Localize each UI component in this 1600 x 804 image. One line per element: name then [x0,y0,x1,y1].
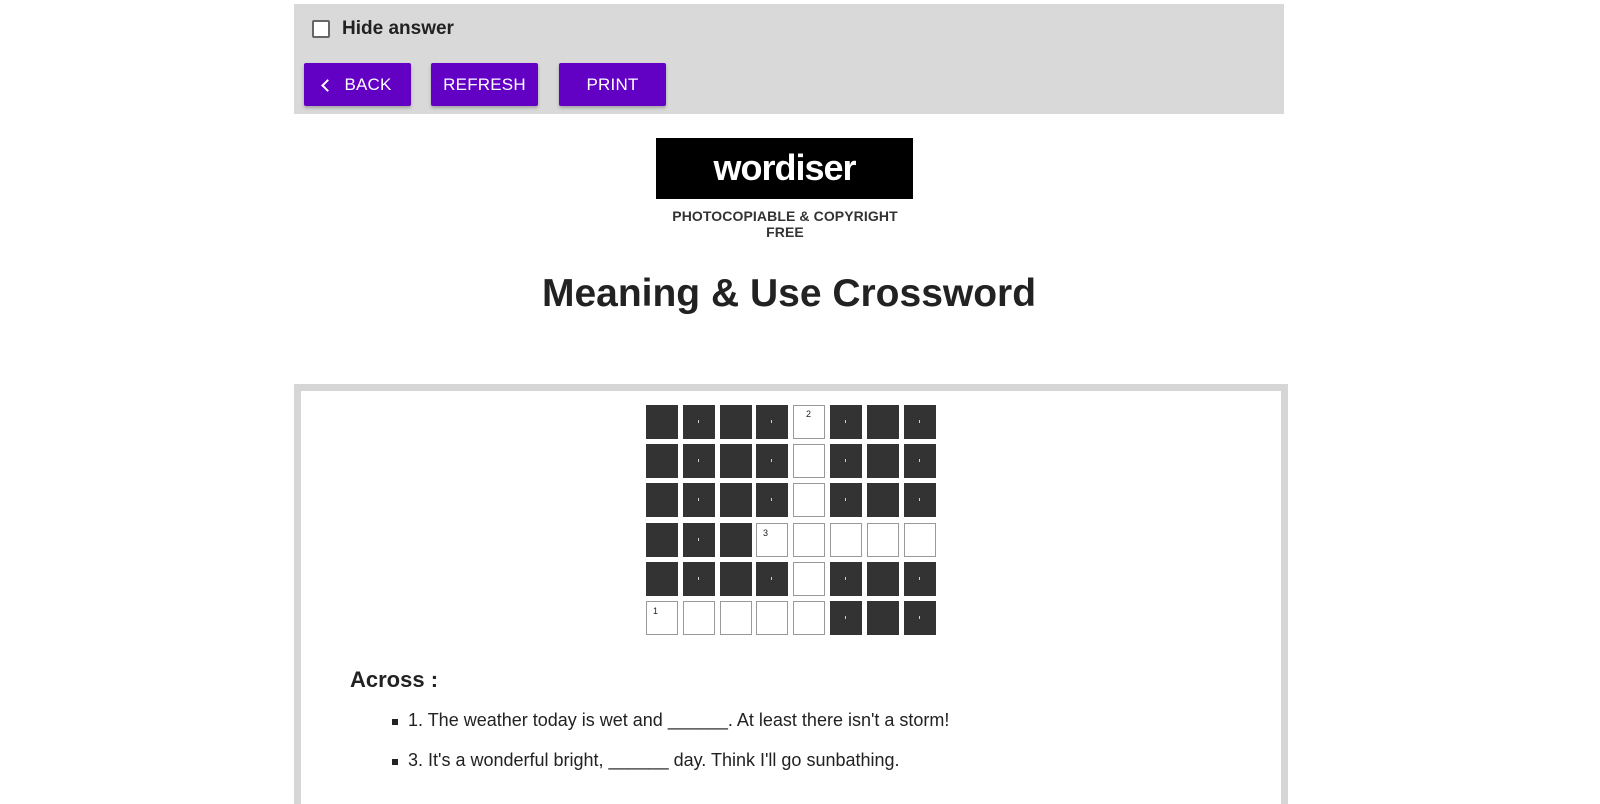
cell-marker [698,577,699,580]
crossword-letter-cell[interactable] [720,601,752,635]
crossword-block-cell [867,444,899,478]
crossword-letter-cell[interactable] [830,523,862,557]
cell-marker [845,498,846,501]
crossword-block-cell [646,523,678,557]
crossword-letter-cell[interactable]: 3 [756,523,788,557]
crossword-block-cell [683,483,715,517]
crossword-block-cell [756,562,788,596]
crossword-block-cell [720,483,752,517]
crossword-letter-cell[interactable] [793,444,825,478]
across-clue: 1. The weather today is wet and ______. … [392,710,949,750]
clue-number: 3 [763,528,769,538]
cell-marker [919,420,920,423]
crossword-block-cell [830,601,862,635]
crossword-block-cell [904,444,936,478]
crossword-block-cell [646,405,678,439]
crossword-block-cell [904,405,936,439]
crossword-block-cell [867,483,899,517]
refresh-button-label: REFRESH [443,74,526,94]
crossword-block-cell [904,562,936,596]
crossword-block-cell [756,483,788,517]
crossword-block-cell [720,405,752,439]
cell-marker [771,459,772,462]
crossword-block-cell [830,444,862,478]
cell-marker [845,577,846,580]
crossword-block-cell [683,523,715,557]
crossword-block-cell [683,562,715,596]
cell-marker [698,538,699,541]
chevron-left-icon [321,78,335,92]
logo-text: wordiser [713,146,856,188]
crossword-letter-cell[interactable] [793,601,825,635]
cell-marker [698,459,699,462]
toolbar: Hide answer BACK REFRESH PRINT [294,4,1284,114]
cell-marker [919,616,920,619]
crossword-block-cell [867,601,899,635]
hide-answer-checkbox[interactable] [312,20,330,38]
back-button-label: BACK [344,74,392,94]
crossword-block-cell [830,483,862,517]
crossword-block-cell [683,405,715,439]
wordiser-logo: wordiser [656,138,913,199]
cell-marker [919,459,920,462]
page-title: Meaning & Use Crossword [541,272,1037,315]
across-clue-list: 1. The weather today is wet and ______. … [392,710,949,790]
crossword-letter-cell[interactable]: 2 [793,405,825,439]
logo-tagline: PHOTOCOPIABLE & COPYRIGHT FREE [672,208,898,240]
crossword-letter-cell[interactable] [904,523,936,557]
cell-marker [919,577,920,580]
crossword-letter-cell[interactable] [756,601,788,635]
crossword-block-cell [720,523,752,557]
across-heading: Across : [350,667,439,692]
clue-number: 2 [806,409,812,419]
crossword-block-cell [646,562,678,596]
cell-marker [771,498,772,501]
crossword-block-cell [830,405,862,439]
back-button[interactable]: BACK [304,63,411,106]
crossword-block-cell [683,444,715,478]
print-button[interactable]: PRINT [559,63,666,106]
hide-answer-toggle[interactable]: Hide answer [312,18,454,40]
crossword-block-cell [830,562,862,596]
cell-marker [698,420,699,423]
cell-marker [845,459,846,462]
crossword-letter-cell[interactable] [793,523,825,557]
cell-marker [771,577,772,580]
crossword-letter-cell[interactable]: 1 [646,601,678,635]
crossword-block-cell [867,562,899,596]
cell-marker [771,420,772,423]
crossword-block-cell [756,444,788,478]
crossword-block-cell [867,405,899,439]
crossword-letter-cell[interactable] [793,483,825,517]
crossword-block-cell [904,601,936,635]
across-clue: 3. It's a wonderful bright, ______ day. … [392,750,949,790]
clue-number: 1 [653,606,659,616]
crossword-block-cell [720,562,752,596]
crossword-block-cell [646,483,678,517]
cell-marker [845,420,846,423]
refresh-button[interactable]: REFRESH [431,63,538,106]
crossword-letter-cell[interactable] [683,601,715,635]
cell-marker [845,616,846,619]
crossword-letter-cell[interactable] [867,523,899,557]
crossword-block-cell [904,483,936,517]
crossword-block-cell [756,405,788,439]
cell-marker [919,498,920,501]
crossword-block-cell [720,444,752,478]
hide-answer-label: Hide answer [342,18,454,39]
cell-marker [698,498,699,501]
print-button-label: PRINT [586,74,639,94]
crossword-block-cell [646,444,678,478]
crossword-letter-cell[interactable] [793,562,825,596]
